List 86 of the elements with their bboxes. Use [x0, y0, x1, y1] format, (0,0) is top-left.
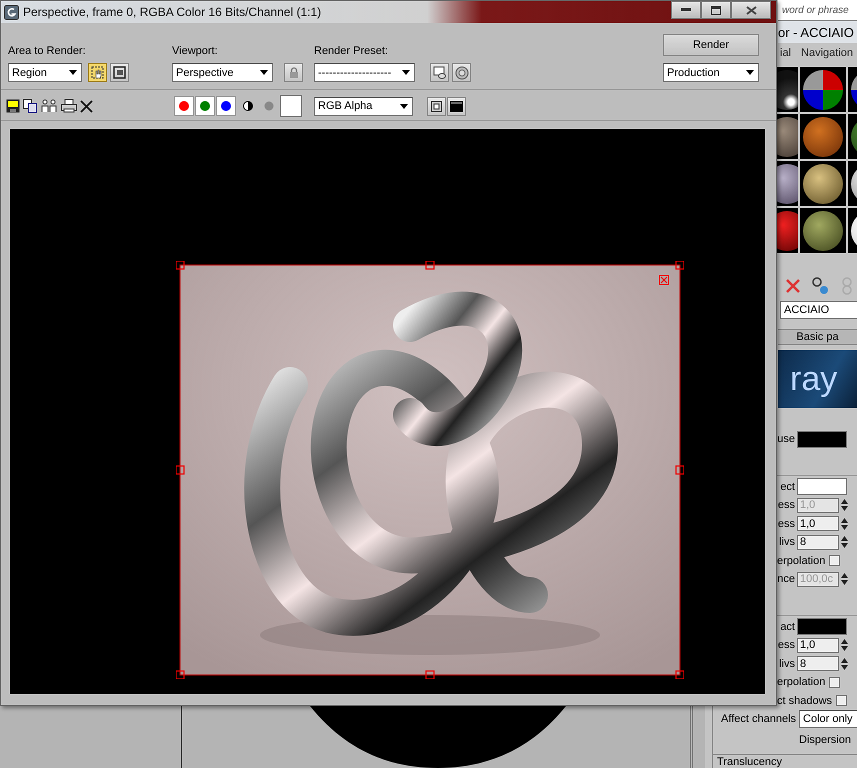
checkbox[interactable]: [829, 676, 840, 688]
parameter-label: ess: [778, 639, 795, 652]
number-field[interactable]: 1,0: [797, 638, 839, 653]
field-label: Render Preset:: [314, 44, 389, 58]
material-name-field[interactable]: ACCIAIO: [780, 301, 857, 319]
frame-icon: [113, 66, 126, 79]
window-title: Perspective, frame 0, RGBA Color 16 Bits/Channel (1:1): [23, 5, 322, 19]
group-label: Translucency: [717, 756, 782, 768]
parameter-label: act: [780, 620, 795, 633]
background-color-swatch[interactable]: [280, 95, 302, 117]
field-label: Viewport:: [172, 44, 219, 58]
caret-icon: [400, 104, 408, 108]
spinner-arrows-icon[interactable]: [841, 656, 848, 671]
toggle-ui-button[interactable]: [447, 96, 466, 116]
caret-icon: [69, 70, 77, 75]
menu-item[interactable]: ial: [780, 47, 792, 59]
rollout-header[interactable]: Basic pa: [778, 329, 857, 345]
material-slot[interactable]: [800, 67, 846, 112]
number-field[interactable]: 8: [797, 656, 839, 672]
minimize-icon: [681, 8, 691, 12]
channel-display-dropdown[interactable]: RGB Alpha: [314, 96, 413, 116]
parameter-label: nce: [777, 573, 795, 586]
render-mode-dropdown[interactable]: Production: [663, 63, 759, 82]
render-button[interactable]: Render: [663, 34, 759, 56]
delete-icon[interactable]: [786, 279, 800, 293]
parameter-label: livs: [779, 658, 795, 670]
window-title: or - ACCIAIO: [778, 24, 854, 40]
copy-icon[interactable]: [23, 99, 38, 113]
parameter-label: erpolation: [777, 554, 826, 567]
color-swatch[interactable]: [797, 430, 847, 448]
material-slot[interactable]: [776, 67, 798, 112]
monochrome-icon[interactable]: [243, 101, 253, 111]
search-field[interactable]: word or phrase: [778, 0, 857, 21]
app-icon: [4, 4, 19, 20]
parameter-label: erpolation: [777, 676, 826, 688]
parameter-label: ect: [780, 480, 795, 493]
minimize-button[interactable]: [671, 1, 701, 19]
parameter-label: ess: [778, 499, 795, 512]
viewport-dropdown[interactable]: Perspective: [172, 63, 273, 82]
close-button[interactable]: [731, 1, 771, 19]
environment-button[interactable]: [452, 63, 471, 82]
preset-dropdown[interactable]: --------------------: [314, 63, 415, 82]
checkbox[interactable]: [829, 555, 840, 566]
maximize-icon: [711, 6, 721, 14]
material-slot[interactable]: [800, 161, 846, 206]
caret-icon: [260, 70, 268, 75]
maximize-button[interactable]: [701, 1, 731, 19]
lock-icon: [288, 66, 298, 78]
save-icon[interactable]: [6, 99, 20, 113]
parameter-label: Affect channels: [721, 712, 796, 726]
hand-region-icon: [91, 66, 104, 79]
auto-region-button[interactable]: [110, 63, 129, 82]
field-label: Area to Render:: [8, 44, 87, 58]
render-setup-button[interactable]: [430, 63, 449, 82]
edit-region-button[interactable]: [88, 63, 107, 82]
channel-dropdown[interactable]: Color only: [799, 710, 857, 728]
print-icon[interactable]: [61, 99, 77, 113]
area-dropdown[interactable]: Region: [8, 63, 82, 82]
spinner-arrows-icon[interactable]: [841, 535, 848, 550]
clone-icon[interactable]: [41, 99, 58, 113]
caret-icon: [746, 70, 754, 75]
material-slot[interactable]: [800, 208, 846, 253]
clear-icon[interactable]: [80, 100, 93, 112]
parameter-label: use: [777, 433, 795, 446]
renderer-banner: ray: [778, 350, 857, 408]
filled-frame-icon: [450, 100, 463, 112]
caret-icon: [402, 70, 410, 75]
number-field[interactable]: 1,0: [797, 516, 839, 532]
spinner-arrows-icon[interactable]: [841, 516, 848, 531]
spinner-arrows-icon[interactable]: [841, 498, 848, 512]
parameter-label: ess: [778, 518, 795, 530]
color-swatch[interactable]: [797, 618, 847, 636]
toggle-ui-overlay-button[interactable]: [427, 96, 446, 116]
window-overlay-icon: [431, 100, 442, 112]
parameter-label: Dispersion: [799, 734, 851, 746]
checkbox[interactable]: [836, 695, 848, 706]
menu-item[interactable]: Navigation: [801, 47, 853, 59]
color-swatch[interactable]: [797, 478, 847, 496]
parameter-label: ct shadows: [777, 694, 832, 707]
parameter-label: livs: [779, 536, 795, 548]
lock-button[interactable]: [284, 63, 303, 82]
spinner-arrows-icon[interactable]: [841, 638, 848, 652]
spinner-arrows-icon[interactable]: [841, 572, 848, 586]
material-slot[interactable]: [776, 161, 798, 206]
number-field[interactable]: 8: [797, 534, 839, 550]
close-icon: [746, 6, 756, 14]
